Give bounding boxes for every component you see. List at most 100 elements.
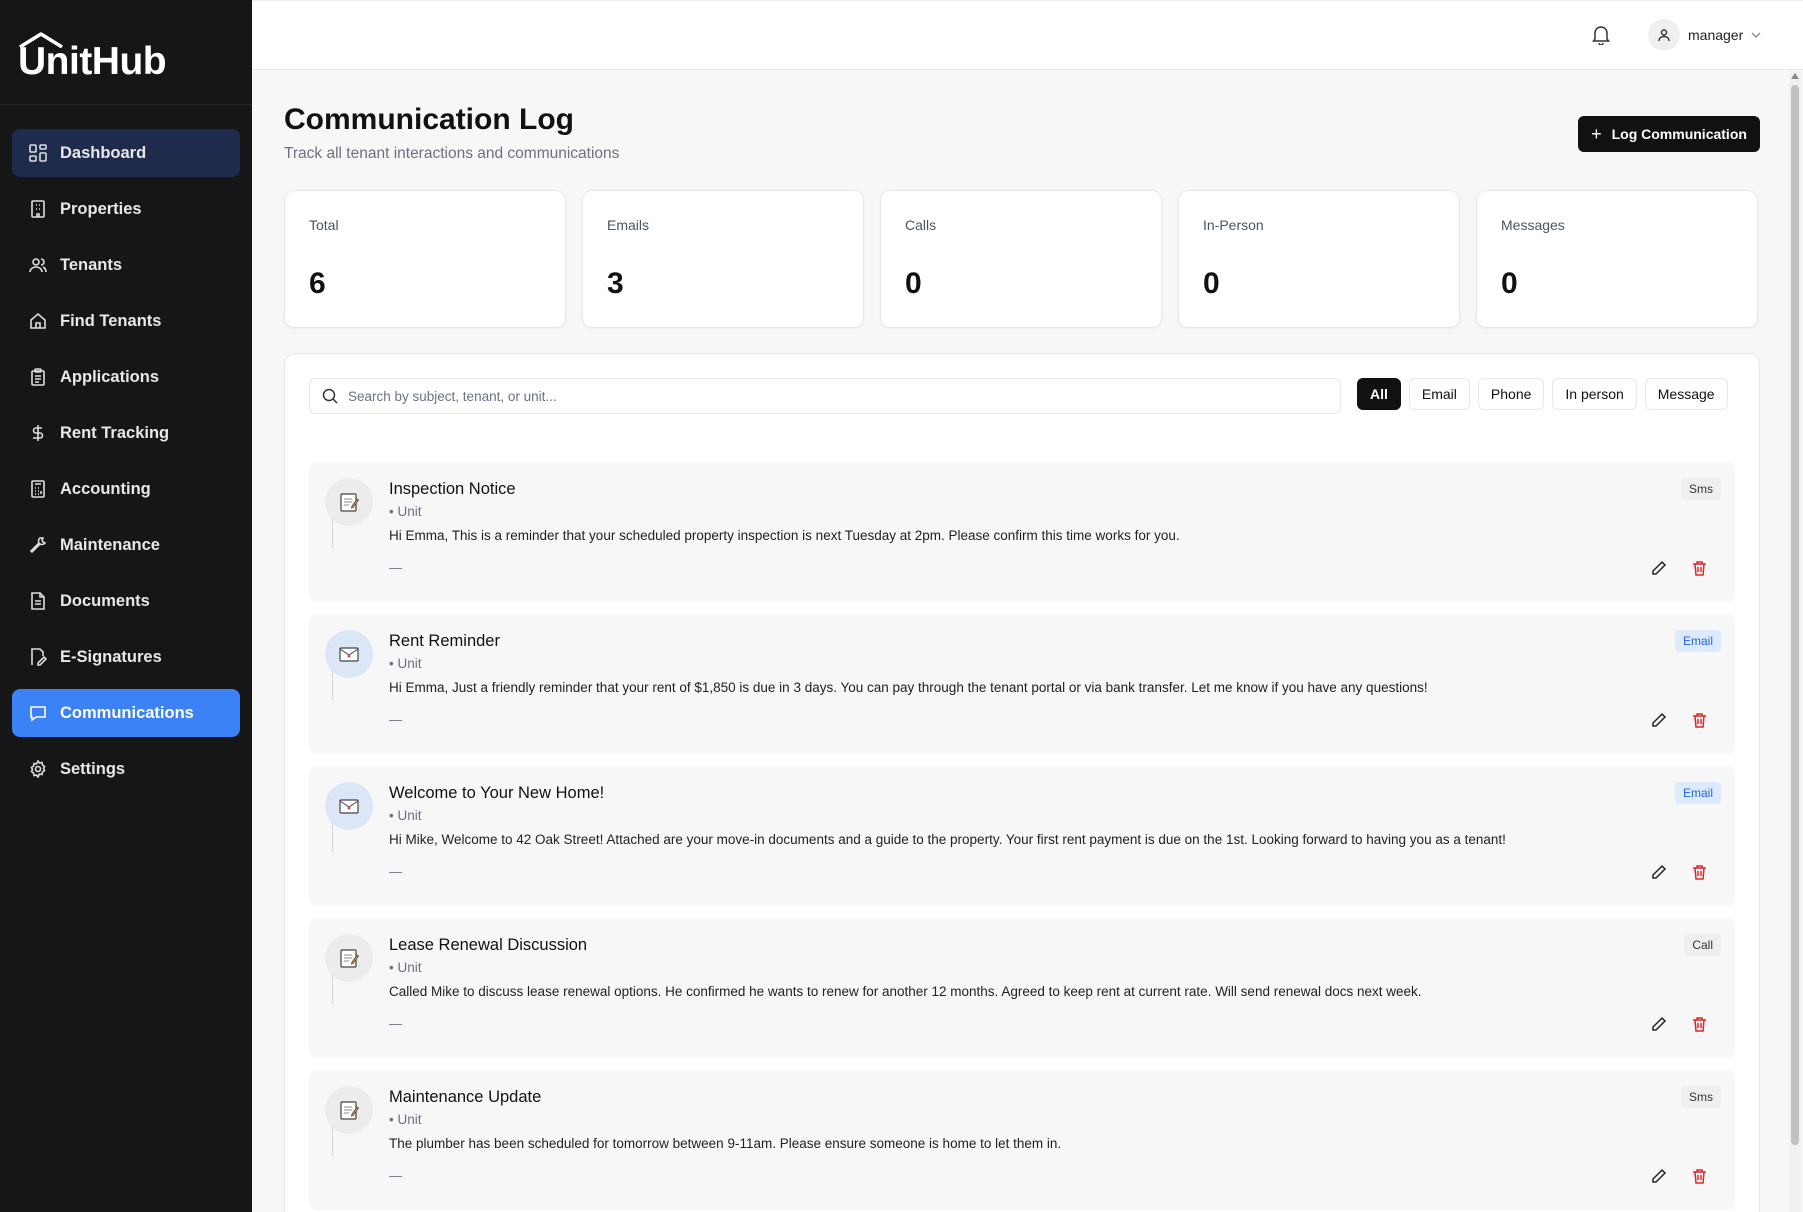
filter-message[interactable]: Message (1644, 378, 1728, 410)
sidebar-item-accounting[interactable]: Accounting (12, 465, 240, 513)
stat-value: 0 (905, 267, 922, 300)
item-body: The plumber has been scheduled for tomor… (389, 1136, 1062, 1151)
sidebar-item-communications[interactable]: Communications (12, 689, 240, 737)
sidebar-item-applications[interactable]: Applications (12, 353, 240, 401)
item-subject: Welcome to Your New Home! (389, 784, 605, 802)
clipboard-icon (28, 367, 48, 387)
message-icon (28, 703, 48, 723)
stat-value: 3 (607, 267, 624, 300)
list-item[interactable]: Rent Reminder • Unit Hi Emma, Just a fri… (309, 614, 1735, 754)
stats-row: Total 6 Emails 3 Calls 0 In-Person 0 Mes… (284, 190, 1758, 328)
avatar (1648, 19, 1680, 51)
logo[interactable]: UnitHub (0, 0, 252, 105)
trash-icon[interactable] (1692, 864, 1707, 885)
main-content: Communication Log Track all tenant inter… (252, 71, 1788, 1212)
pencil-icon[interactable] (1651, 1016, 1667, 1037)
gear-icon (28, 759, 48, 779)
filter-email[interactable]: Email (1408, 378, 1470, 410)
user-menu[interactable]: manager (1648, 19, 1761, 51)
trash-icon[interactable] (1692, 712, 1707, 733)
list-item[interactable]: Inspection Notice • Unit Hi Emma, This i… (309, 462, 1735, 602)
item-body: Hi Mike, Welcome to 42 Oak Street! Attac… (389, 832, 1506, 847)
item-subject: Rent Reminder (389, 632, 500, 650)
pencil-icon[interactable] (1651, 560, 1667, 581)
sidebar-item-label: Tenants (60, 255, 123, 274)
sidebar-item-e-signatures[interactable]: E-Signatures (12, 633, 240, 681)
search-icon (322, 388, 338, 404)
sidebar-item-dashboard[interactable]: Dashboard (12, 129, 240, 177)
timeline-line (332, 974, 333, 1004)
search-box (309, 378, 1341, 414)
sidebar-item-settings[interactable]: Settings (12, 745, 240, 793)
user-name: manager (1688, 27, 1744, 43)
stat-card-calls: Calls 0 (880, 190, 1162, 328)
stat-label: Emails (607, 217, 650, 233)
trash-icon[interactable] (1692, 1016, 1707, 1037)
pencil-icon[interactable] (1651, 1168, 1667, 1189)
pencil-icon[interactable] (1651, 864, 1667, 885)
list-item[interactable]: Lease Renewal Discussion • Unit Called M… (309, 918, 1735, 1058)
sidebar-item-maintenance[interactable]: Maintenance (12, 521, 240, 569)
page-title: Communication Log (284, 103, 574, 136)
stat-card-total: Total 6 (284, 190, 566, 328)
item-meta: — (389, 1016, 402, 1031)
list-item[interactable]: Welcome to Your New Home! • Unit Hi Mike… (309, 766, 1735, 906)
scrollbar-thumb[interactable] (1791, 85, 1799, 1145)
sidebar-item-tenants[interactable]: Tenants (12, 241, 240, 289)
filter-all[interactable]: All (1357, 378, 1401, 410)
stat-label: Calls (905, 217, 937, 233)
grid-icon (28, 143, 48, 163)
log-communication-button[interactable]: + Log Communication (1578, 116, 1760, 152)
item-meta: — (389, 1168, 402, 1183)
home-icon (28, 311, 48, 331)
sidebar-item-label: Dashboard (60, 143, 147, 162)
sidebar-item-label: E-Signatures (60, 647, 162, 666)
sidebar-item-documents[interactable]: Documents (12, 577, 240, 625)
search-input[interactable] (348, 388, 1328, 404)
building-icon (28, 199, 48, 219)
trash-icon[interactable] (1692, 1168, 1707, 1189)
item-unit: • Unit (389, 504, 422, 519)
item-unit: • Unit (389, 960, 422, 975)
scroll-up-arrow-icon[interactable] (1791, 73, 1799, 79)
filter-phone[interactable]: Phone (1477, 378, 1545, 410)
bell-icon[interactable] (1592, 25, 1610, 50)
item-body: Called Mike to discuss lease renewal opt… (389, 984, 1422, 999)
stat-label: Total (309, 217, 339, 233)
item-body: Hi Emma, This is a reminder that your sc… (389, 528, 1180, 543)
stat-value: 0 (1203, 267, 1220, 300)
item-unit: • Unit (389, 808, 422, 823)
list-item[interactable]: Maintenance Update • Unit The plumber ha… (309, 1070, 1735, 1210)
item-meta: — (389, 864, 402, 879)
communications-panel: All Email Phone In person Message Inspec… (284, 353, 1760, 1212)
item-meta: — (389, 712, 402, 727)
trash-icon[interactable] (1692, 560, 1707, 581)
sidebar: UnitHub Dashboard Properties Tenants Fin… (0, 0, 252, 1212)
sidebar-item-label: Accounting (60, 479, 151, 498)
filter-group: All Email Phone In person Message (1357, 378, 1736, 410)
timeline-line (332, 1126, 333, 1156)
stat-card-in-person: In-Person 0 (1178, 190, 1460, 328)
item-unit: • Unit (389, 656, 422, 671)
sidebar-item-find-tenants[interactable]: Find Tenants (12, 297, 240, 345)
timeline-line (332, 822, 333, 852)
type-badge: Sms (1681, 1086, 1721, 1108)
stat-value: 6 (309, 267, 326, 300)
timeline-line (332, 518, 333, 548)
stat-label: Messages (1501, 217, 1565, 233)
item-body: Hi Emma, Just a friendly reminder that y… (389, 680, 1428, 695)
pencil-icon[interactable] (1651, 712, 1667, 733)
filter-in-person[interactable]: In person (1552, 378, 1637, 410)
type-badge: Call (1684, 934, 1721, 956)
scrollbar[interactable] (1789, 71, 1801, 1212)
user-icon (1658, 29, 1670, 42)
sidebar-item-rent-tracking[interactable]: Rent Tracking (12, 409, 240, 457)
communication-list: Inspection Notice • Unit Hi Emma, This i… (309, 462, 1735, 1212)
sidebar-item-properties[interactable]: Properties (12, 185, 240, 233)
type-badge: Email (1674, 782, 1721, 804)
sidebar-item-label: Find Tenants (60, 311, 162, 330)
calculator-icon (28, 479, 48, 499)
item-subject: Inspection Notice (389, 480, 516, 498)
sidebar-item-label: Maintenance (60, 535, 160, 554)
item-meta: — (389, 560, 402, 575)
